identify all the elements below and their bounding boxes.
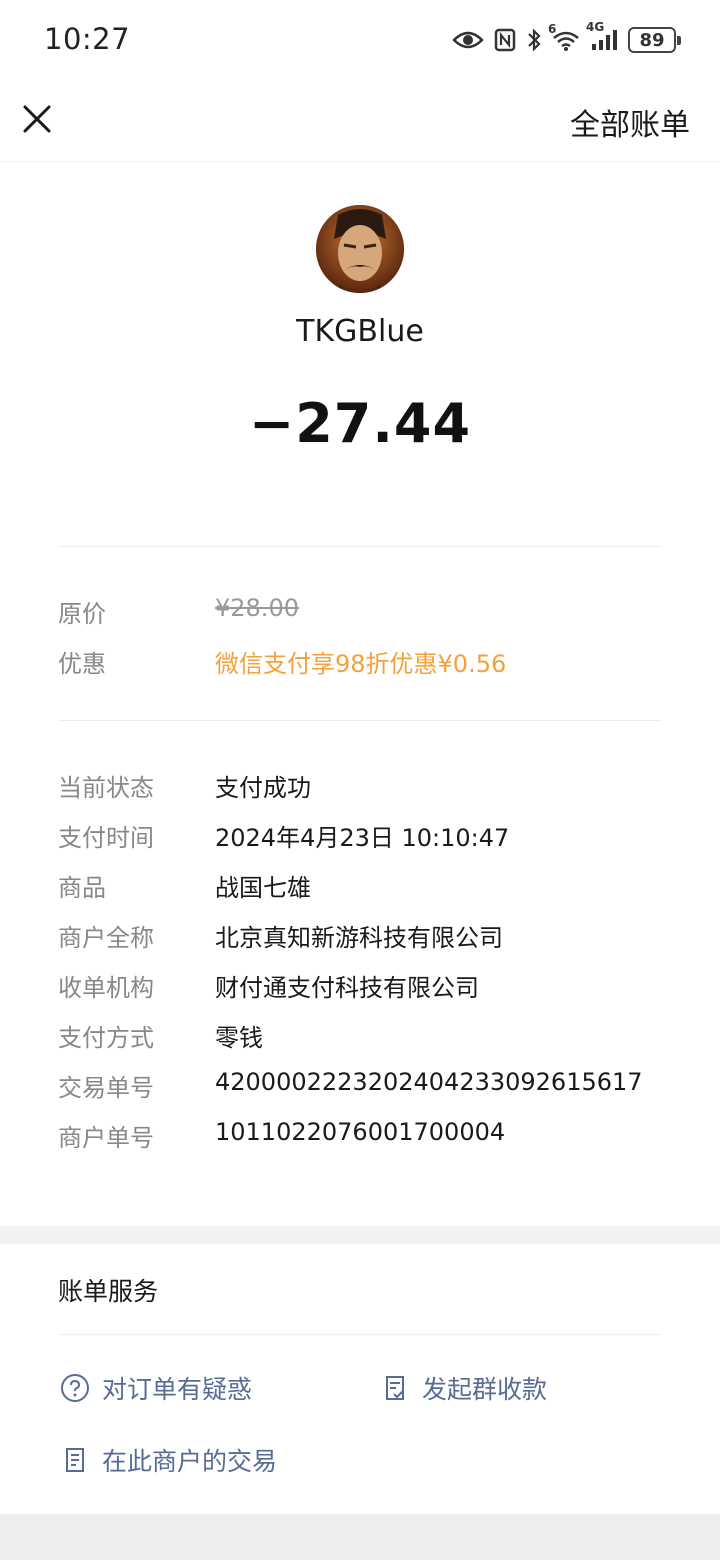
bill-detail-page: 10:27 6 4G 89 全部账单 TKGBlue −27.44 原价 ¥28…	[0, 0, 720, 1560]
wifi-icon: 6	[548, 22, 580, 52]
detail-label: 当前状态	[58, 774, 154, 802]
eye-icon	[452, 29, 484, 51]
group-collection-button[interactable]: 发起群收款	[378, 1368, 547, 1408]
document-icon	[58, 1443, 92, 1477]
detail-label: 商品	[58, 874, 106, 902]
original-price-value: ¥28.00	[215, 594, 299, 622]
detail-value: 支付成功	[215, 774, 311, 802]
divider	[58, 1334, 662, 1335]
original-price-label: 原价	[58, 600, 106, 628]
status-time: 10:27	[44, 22, 131, 56]
battery-icon: 89	[628, 27, 681, 53]
detail-row-transaction-id: 交易单号 4200002223202404233092615617	[58, 1068, 678, 1108]
group-collection-label: 发起群收款	[422, 1375, 548, 1404]
battery-level: 89	[639, 29, 665, 51]
bottom-gray-band	[0, 1514, 720, 1560]
detail-value[interactable]: 4200002223202404233092615617	[215, 1068, 643, 1096]
original-price-row: 原价 ¥28.00	[58, 594, 678, 634]
merchant-transactions-button[interactable]: 在此商户的交易	[58, 1440, 277, 1480]
question-circle-icon	[58, 1371, 92, 1405]
detail-row-product: 商品 战国七雄	[58, 868, 678, 908]
divider	[58, 720, 662, 721]
detail-row-time: 支付时间 2024年4月23日 10:10:47	[58, 818, 678, 858]
detail-label: 商户全称	[58, 924, 154, 952]
payment-amount: −27.44	[248, 392, 472, 455]
merchant-name: TKGBlue	[296, 314, 424, 349]
merchant-avatar	[316, 205, 404, 293]
detail-label: 收单机构	[58, 974, 154, 1002]
checklist-icon	[378, 1371, 412, 1405]
merchant-transactions-label: 在此商户的交易	[102, 1447, 278, 1476]
detail-row-acquirer: 收单机构 财付通支付科技有限公司	[58, 968, 678, 1008]
detail-value[interactable]: 1011022076001700004	[215, 1118, 505, 1146]
detail-label: 交易单号	[58, 1074, 154, 1102]
nfc-icon	[494, 28, 516, 52]
close-icon	[23, 105, 51, 133]
detail-value: 2024年4月23日 10:10:47	[215, 824, 510, 852]
detail-row-method: 支付方式 零钱	[58, 1018, 678, 1058]
bluetooth-icon	[526, 27, 542, 53]
order-question-label: 对订单有疑惑	[102, 1375, 253, 1404]
wifi-badge: 6	[548, 22, 557, 36]
status-icons: 6 4G 89	[452, 20, 681, 58]
signal-icon: 4G	[586, 20, 618, 52]
discount-row: 优惠 微信支付享98折优惠¥0.56	[58, 644, 678, 684]
detail-row-merchant-order-id: 商户单号 1011022076001700004	[58, 1118, 678, 1158]
detail-value: 零钱	[215, 1024, 263, 1052]
close-button[interactable]	[20, 102, 54, 136]
network-label: 4G	[586, 20, 605, 34]
discount-label: 优惠	[58, 650, 106, 678]
status-bar: 10:27 6 4G 89	[0, 0, 720, 80]
discount-value: 微信支付享98折优惠¥0.56	[215, 650, 507, 678]
detail-row-merchant: 商户全称 北京真知新游科技有限公司	[58, 918, 678, 958]
detail-row-status: 当前状态 支付成功	[58, 768, 678, 808]
detail-value: 北京真知新游科技有限公司	[215, 924, 503, 952]
detail-label: 支付方式	[58, 1024, 154, 1052]
nav-bar: 全部账单	[0, 80, 720, 162]
detail-label: 支付时间	[58, 824, 154, 852]
order-question-button[interactable]: 对订单有疑惑	[58, 1368, 252, 1408]
detail-value: 战国七雄	[215, 874, 311, 902]
detail-label: 商户单号	[58, 1124, 154, 1152]
divider	[58, 546, 662, 547]
section-separator	[0, 1226, 720, 1244]
all-bills-link[interactable]: 全部账单	[570, 100, 690, 144]
bill-services-title: 账单服务	[58, 1277, 159, 1306]
detail-value: 财付通支付科技有限公司	[215, 974, 479, 1002]
